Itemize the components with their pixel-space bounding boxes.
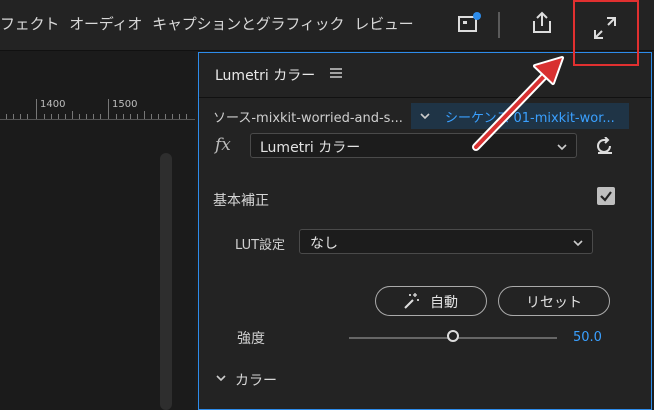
basic-correction-header[interactable]: 基本補正: [213, 190, 269, 210]
effect-dropdown-value: Lumetri カラー: [260, 140, 361, 156]
intensity-slider-thumb[interactable]: [447, 330, 459, 342]
chevron-down-icon: [573, 240, 583, 247]
quick-export-icon[interactable]: [456, 10, 484, 36]
sequence-clip-label: シーケンス 01-mixkit-wor...: [445, 111, 615, 126]
intensity-value[interactable]: 50.0: [573, 330, 602, 345]
effect-dropdown[interactable]: Lumetri カラー: [250, 133, 577, 158]
reset-effect-icon[interactable]: [595, 137, 615, 155]
sequence-clip-tab[interactable]: シーケンス 01-mixkit-wor...: [411, 103, 629, 129]
color-section-label: カラー: [235, 373, 277, 389]
magic-wand-icon: [404, 293, 419, 309]
share-icon[interactable]: [528, 9, 556, 37]
auto-button[interactable]: 自動: [375, 286, 487, 316]
top-bar: フェクト オーディオ キャプションとグラフィック レビュー: [0, 0, 654, 51]
reset-button[interactable]: リセット: [498, 286, 610, 316]
reset-button-label: リセット: [526, 295, 582, 311]
chevron-down-icon[interactable]: [419, 110, 431, 122]
intensity-label: 強度: [237, 331, 265, 347]
lut-dropdown[interactable]: なし: [299, 229, 593, 254]
workspace-tab-effects[interactable]: フェクト: [0, 13, 59, 34]
hamburger-menu-icon[interactable]: [329, 67, 343, 79]
workspace-tab-review[interactable]: レビュー: [354, 13, 413, 34]
timeline-ruler[interactable]: 1400 1500: [0, 97, 195, 120]
lut-setting-label: LUT設定: [235, 238, 286, 253]
ruler-label: 1500: [112, 99, 138, 110]
lumetri-color-panel: Lumetri カラー ソース-mixkit-worried-and-s... …: [198, 52, 652, 410]
clip-selector-row: ソース-mixkit-worried-and-s... シーケンス 01-mix…: [199, 103, 651, 129]
timeline-scrollbar[interactable]: [160, 153, 172, 410]
panel-divider: [199, 97, 651, 98]
lut-dropdown-value: なし: [310, 236, 338, 252]
highlight-box: [573, 0, 639, 66]
basic-correction-checkbox[interactable]: [597, 187, 615, 205]
workspace-tab-captions[interactable]: キャプションとグラフィック: [152, 13, 344, 34]
checkmark-icon: [600, 191, 612, 202]
toolbar-separator: [498, 12, 500, 38]
ruler-tick: [36, 99, 37, 119]
ruler-label: 1400: [40, 99, 66, 110]
chevron-down-icon: [216, 375, 226, 382]
source-clip-label[interactable]: ソース-mixkit-worried-and-s...: [213, 107, 403, 126]
workspace-tabs: フェクト オーディオ キャプションとグラフィック レビュー: [0, 0, 423, 46]
chevron-down-icon: [557, 144, 567, 151]
workspace-tab-audio[interactable]: オーディオ: [69, 13, 142, 34]
fx-badge[interactable]: fx: [215, 135, 231, 155]
panel-title[interactable]: Lumetri カラー: [215, 65, 315, 85]
ruler-tick: [108, 99, 109, 119]
auto-button-label: 自動: [430, 295, 458, 311]
